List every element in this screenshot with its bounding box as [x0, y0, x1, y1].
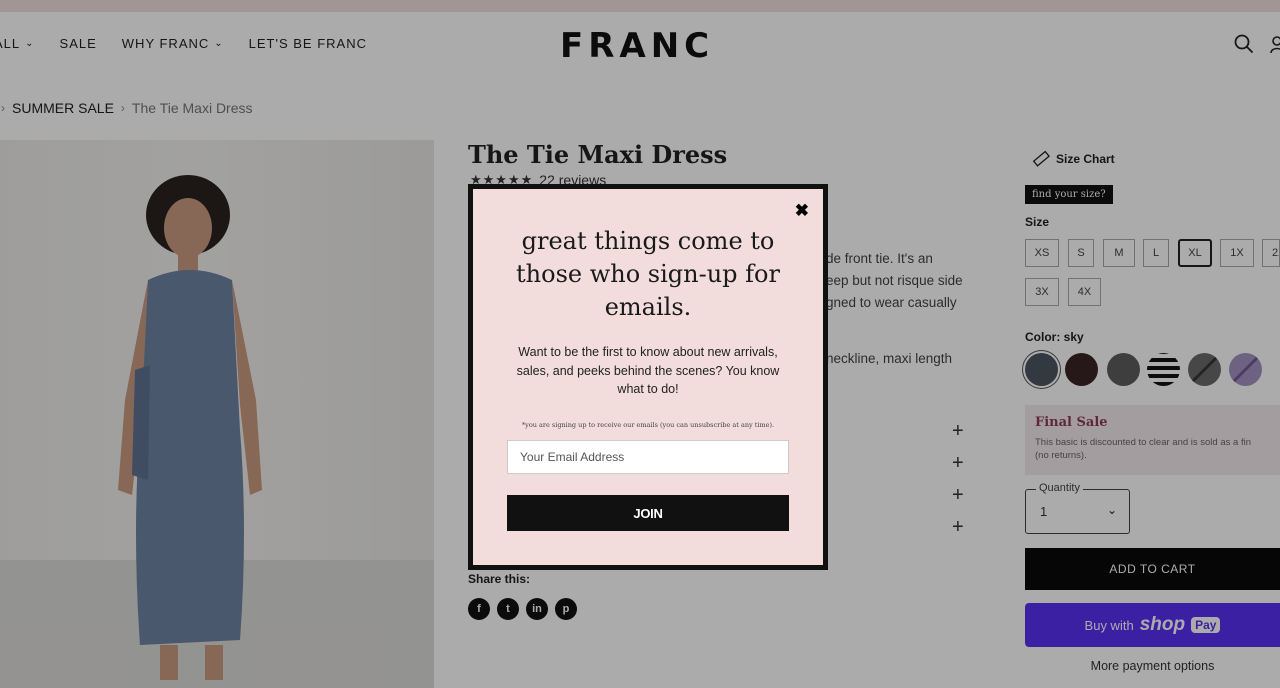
modal-fine-print: *you are signing up to receive our email…	[521, 421, 775, 429]
modal-content: ✖ great things come to those who sign-up…	[473, 189, 823, 565]
modal-heading: great things come to those who sign-up f…	[516, 227, 780, 321]
email-input[interactable]	[507, 440, 789, 474]
email-signup-modal: ✖ great things come to those who sign-up…	[468, 184, 828, 570]
join-button[interactable]: JOIN	[507, 495, 789, 531]
close-icon[interactable]: ✖	[795, 201, 809, 221]
modal-body-text: Want to be the first to know about new a…	[516, 345, 780, 396]
